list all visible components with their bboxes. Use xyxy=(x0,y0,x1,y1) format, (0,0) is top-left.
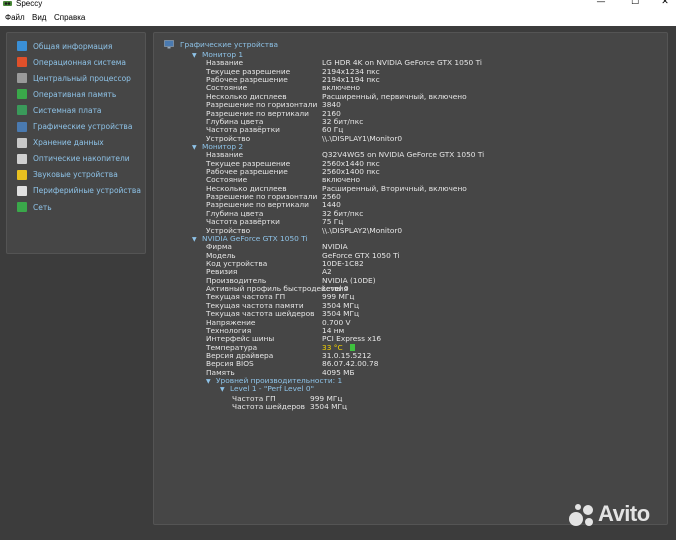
menu-file[interactable]: Файл xyxy=(5,13,25,22)
sidebar-item-disc[interactable]: Оптические накопители xyxy=(17,152,130,166)
sidebar-item-motherboard[interactable]: Системная плата xyxy=(17,103,102,117)
sidebar-item-label: Системная плата xyxy=(33,105,102,115)
sidebar-item-network[interactable]: Сеть xyxy=(17,200,52,214)
sidebar-item-ram[interactable]: Оперативная память xyxy=(17,87,116,101)
title-bar: Speccy — ☐ ✕ xyxy=(0,0,676,10)
network-icon xyxy=(17,202,27,212)
minimize-button[interactable]: — xyxy=(586,0,616,9)
speaker-icon xyxy=(17,169,27,180)
property-value: \\.\DISPLAY2\Monitor0 xyxy=(322,225,403,235)
monitor-icon xyxy=(164,40,174,49)
sidebar: Общая информация Операционная система Цент… xyxy=(6,32,146,254)
window-title: Speccy xyxy=(16,0,43,8)
summary-icon xyxy=(17,41,27,51)
menu-view[interactable]: Вид xyxy=(32,13,46,22)
avito-watermark: Avito xyxy=(568,498,668,530)
sidebar-item-label: Операционная система xyxy=(33,57,127,67)
sidebar-item-mouse[interactable]: Периферийные устройства xyxy=(17,184,141,198)
sidebar-item-hdd[interactable]: Хранение данных xyxy=(17,136,104,150)
sidebar-item-label: Периферийные устройства xyxy=(33,186,141,196)
mouse-icon xyxy=(17,185,27,196)
avito-watermark-text: Avito xyxy=(598,501,650,526)
perf-levels-collapse-arrow[interactable]: ▼ xyxy=(206,377,211,386)
speccy-app-icon xyxy=(3,1,12,6)
sidebar-item-label: Звуковые устройства xyxy=(33,170,118,180)
section-title: Графические устройства xyxy=(180,40,279,49)
menu-help[interactable]: Справка xyxy=(54,13,85,22)
monitor-icon xyxy=(17,121,27,132)
monitor2-collapse-arrow[interactable]: ▼ xyxy=(192,143,197,152)
sidebar-item-label: Сеть xyxy=(33,202,52,212)
sidebar-item-label: Оптические накопители xyxy=(33,154,130,164)
sidebar-item-cpu[interactable]: Центральный процессор xyxy=(17,71,131,85)
details-panel[interactable]: Графические устройства ▼ Монитор 1 Название… xyxy=(153,32,668,525)
property-value: Расширенный, первичный, включено xyxy=(322,91,467,101)
sidebar-item-label: Общая информация xyxy=(33,41,113,51)
main-area: Общая информация Операционная система Цент… xyxy=(0,26,676,540)
monitor1-collapse-arrow[interactable]: ▼ xyxy=(192,51,197,60)
sidebar-item-speaker[interactable]: Звуковые устройства xyxy=(17,168,118,182)
gpu-collapse-arrow[interactable]: ▼ xyxy=(192,235,197,244)
ram-icon xyxy=(17,89,27,100)
avito-logo-icon xyxy=(569,504,593,526)
sidebar-item-windows[interactable]: Операционная система xyxy=(17,55,126,69)
maximize-button[interactable]: ☐ xyxy=(620,0,650,9)
close-button[interactable]: ✕ xyxy=(650,0,676,9)
sidebar-item-summary[interactable]: Общая информация xyxy=(17,39,112,53)
property-label: Частота шейдеров xyxy=(232,402,306,412)
property-value: 3504 МГц xyxy=(310,402,348,412)
sidebar-item-label: Хранение данных xyxy=(33,138,104,148)
sidebar-item-monitor[interactable]: Графические устройства xyxy=(17,120,132,134)
hdd-icon xyxy=(17,137,27,148)
windows-icon xyxy=(17,57,27,68)
menu-bar: Файл Вид Справка xyxy=(0,10,676,26)
sidebar-item-label: Оперативная память xyxy=(33,89,117,99)
perf-level-header[interactable]: Level 1 - "Perf Level 0" xyxy=(230,384,314,393)
temperature-gauge-icon xyxy=(350,343,355,351)
sidebar-item-label: Центральный процессор xyxy=(33,73,131,83)
perf-level-collapse-arrow[interactable]: ▼ xyxy=(220,385,225,394)
property-value: \\.\DISPLAY1\Monitor0 xyxy=(322,133,403,143)
disc-icon xyxy=(17,153,27,164)
motherboard-icon xyxy=(17,105,27,116)
sidebar-item-label: Графические устройства xyxy=(33,122,133,131)
cpu-icon xyxy=(17,73,27,84)
property-value: Расширенный, Вторичный, включено xyxy=(322,183,467,193)
